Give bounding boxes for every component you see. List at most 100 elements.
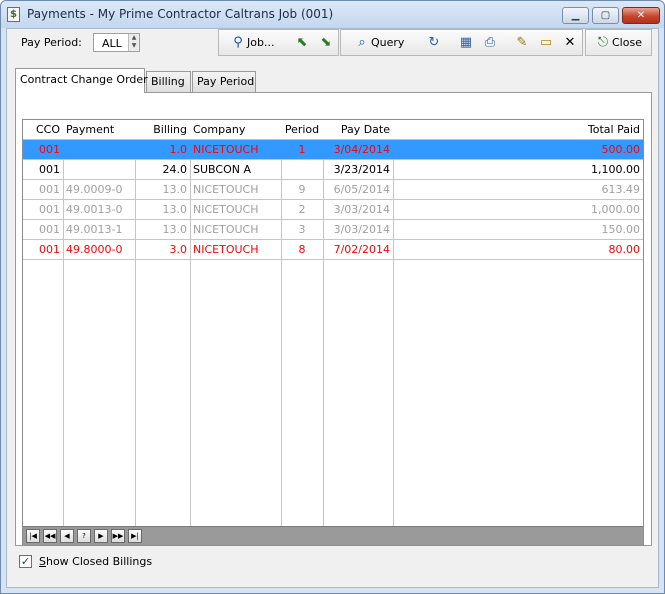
- maximize-button[interactable]: ▢: [592, 7, 619, 24]
- cell-payment: [63, 140, 135, 160]
- cell-pay-date: 3/03/2014: [333, 223, 390, 236]
- cell-total-paid: 80.00: [608, 243, 641, 256]
- tab-contract-change-order[interactable]: Contract Change Order: [15, 68, 148, 93]
- cell-pay-date: 7/02/2014: [333, 243, 390, 256]
- close-icon: ✕: [636, 10, 646, 21]
- accelerator-key: S: [39, 555, 46, 568]
- pay-period-spinner[interactable]: ALL ▲ ▼: [93, 33, 140, 52]
- next-job-button[interactable]: ⬊: [317, 33, 335, 53]
- cell-company: NICETOUCH: [193, 183, 259, 196]
- show-closed-billings-label[interactable]: Show Closed Billings: [39, 555, 152, 568]
- table-row[interactable]: 001 49.0009-0 13.0 NICETOUCH 9 6/05/2014…: [23, 180, 643, 200]
- pay-period-label: Pay Period:: [21, 36, 82, 49]
- grid-header: CCO Payment Billing Company Period Pay D…: [23, 120, 643, 140]
- payments-grid[interactable]: CCO Payment Billing Company Period Pay D…: [22, 119, 644, 546]
- cell-period: 9: [298, 183, 306, 196]
- cell-total-paid: 1,000.00: [591, 203, 640, 216]
- show-closed-billings-checkbox[interactable]: ✓: [19, 555, 32, 568]
- table-row[interactable]: 001 49.8000-0 3.0 NICETOUCH 8 7/02/2014 …: [23, 240, 643, 260]
- grid-icon: ▦: [459, 35, 473, 50]
- cell-billing: 13.0: [162, 203, 188, 216]
- close-window-button[interactable]: ✕: [622, 7, 660, 24]
- cell-period: 1: [298, 143, 306, 156]
- previous-record-button[interactable]: ◀: [60, 529, 74, 543]
- print-button[interactable]: ⎙: [481, 33, 499, 53]
- delete-button[interactable]: ✕: [561, 33, 579, 53]
- query-button[interactable]: ⌕ Query: [353, 33, 404, 53]
- job-label: Job...: [247, 36, 275, 49]
- tab-label: Pay Period: [197, 75, 255, 88]
- cell-pay-date: 6/05/2014: [333, 183, 390, 196]
- header-period[interactable]: Period: [281, 120, 323, 140]
- last-record-button[interactable]: ▶|: [128, 529, 142, 543]
- cell-billing: 3.0: [169, 243, 188, 256]
- header-payment[interactable]: Payment: [63, 120, 135, 140]
- cell-cco: 001: [39, 223, 60, 236]
- title-bar[interactable]: $ Payments - My Prime Contractor Caltran…: [1, 1, 664, 28]
- cell-cco: 001: [39, 143, 60, 156]
- cell-period: 3: [298, 223, 306, 236]
- minimize-button[interactable]: ▁: [562, 7, 589, 24]
- grid-settings-button[interactable]: ▦: [457, 33, 475, 53]
- next-arrow-icon: ⬊: [320, 35, 332, 50]
- spin-arrows-icon[interactable]: ▲ ▼: [128, 34, 139, 51]
- new-button[interactable]: ✎: [513, 33, 531, 53]
- cell-total-paid: 1,100.00: [591, 163, 640, 176]
- help-button[interactable]: ?: [77, 529, 91, 543]
- new-document-icon: ✎: [516, 35, 528, 50]
- next-record-button[interactable]: ▶: [94, 529, 108, 543]
- record-navigator: |◀ ◀◀ ◀ ? ▶ ▶▶ ▶|: [23, 526, 643, 545]
- cell-company: NICETOUCH: [193, 223, 259, 236]
- next-page-button[interactable]: ▶▶: [111, 529, 125, 543]
- header-company[interactable]: Company: [190, 120, 281, 140]
- cell-company: NICETOUCH: [193, 203, 259, 216]
- previous-job-button[interactable]: ⬉: [293, 33, 311, 53]
- last-record-icon: ▶|: [131, 532, 139, 540]
- cell-cco: 001: [39, 163, 60, 176]
- refresh-icon: ↻: [428, 35, 440, 50]
- header-billing[interactable]: Billing: [135, 120, 190, 140]
- first-record-icon: |◀: [29, 532, 37, 540]
- cell-payment: 49.0009-0: [66, 183, 123, 196]
- previous-record-icon: ◀: [64, 532, 70, 540]
- table-row[interactable]: 001 49.0013-1 13.0 NICETOUCH 3 3/03/2014…: [23, 220, 643, 240]
- maximize-icon: ▢: [600, 10, 611, 21]
- tab-pay-period[interactable]: Pay Period: [192, 71, 256, 92]
- toolbar-group-job: ⚲ Job... ⬉ ⬊: [218, 29, 339, 56]
- binoculars-icon: ⚲: [233, 35, 243, 50]
- cell-payment: 49.0013-0: [66, 203, 123, 216]
- cell-billing: 13.0: [162, 183, 188, 196]
- exit-door-icon: ⎋: [597, 35, 609, 50]
- cell-billing: 1.0: [169, 143, 188, 156]
- pay-period-value: ALL: [102, 37, 122, 50]
- tab-billing[interactable]: Billing: [146, 71, 191, 92]
- refresh-button[interactable]: ↻: [425, 33, 443, 53]
- table-row[interactable]: 001 49.0013-0 13.0 NICETOUCH 2 3/03/2014…: [23, 200, 643, 220]
- table-row[interactable]: 001 24.0 SUBCON A 3/23/2014 1,100.00: [23, 160, 643, 180]
- toolbar-group-query: ⌕ Query ↻ ▦ ⎙ ✎ ▭ ✕: [340, 29, 583, 56]
- delete-x-icon: ✕: [564, 35, 576, 50]
- cell-total-paid: 150.00: [601, 223, 641, 236]
- previous-page-button[interactable]: ◀◀: [43, 529, 57, 543]
- cell-cco: 001: [39, 203, 60, 216]
- first-record-button[interactable]: |◀: [26, 529, 40, 543]
- app-icon: $: [7, 7, 20, 22]
- previous-page-icon: ◀◀: [44, 532, 56, 540]
- header-total-paid[interactable]: Total Paid: [393, 120, 643, 140]
- table-row[interactable]: 001 1.0 NICETOUCH 1 3/04/2014 500.00: [23, 140, 643, 160]
- cell-period: [281, 160, 323, 180]
- toolbar: Pay Period: ALL ▲▼ ⚲ Job... ⬉ ⬊ ⌕ Query: [7, 29, 658, 57]
- cell-cco: 001: [39, 183, 60, 196]
- tab-label: Contract Change Order: [20, 73, 148, 86]
- open-button[interactable]: ▭: [537, 33, 555, 53]
- next-record-icon: ▶: [98, 532, 104, 540]
- header-cco[interactable]: CCO: [23, 120, 63, 140]
- client-area: Pay Period: ALL ▲▼ ⚲ Job... ⬉ ⬊ ⌕ Query: [6, 28, 659, 588]
- job-button[interactable]: ⚲ Job...: [229, 33, 274, 53]
- cell-total-paid: 613.49: [601, 183, 641, 196]
- cell-payment: 49.0013-1: [66, 223, 123, 236]
- cell-pay-date: 3/04/2014: [333, 143, 390, 156]
- header-pay-date[interactable]: Pay Date: [323, 120, 393, 140]
- close-button[interactable]: ⎋ Close: [594, 33, 642, 53]
- query-label: Query: [371, 36, 405, 49]
